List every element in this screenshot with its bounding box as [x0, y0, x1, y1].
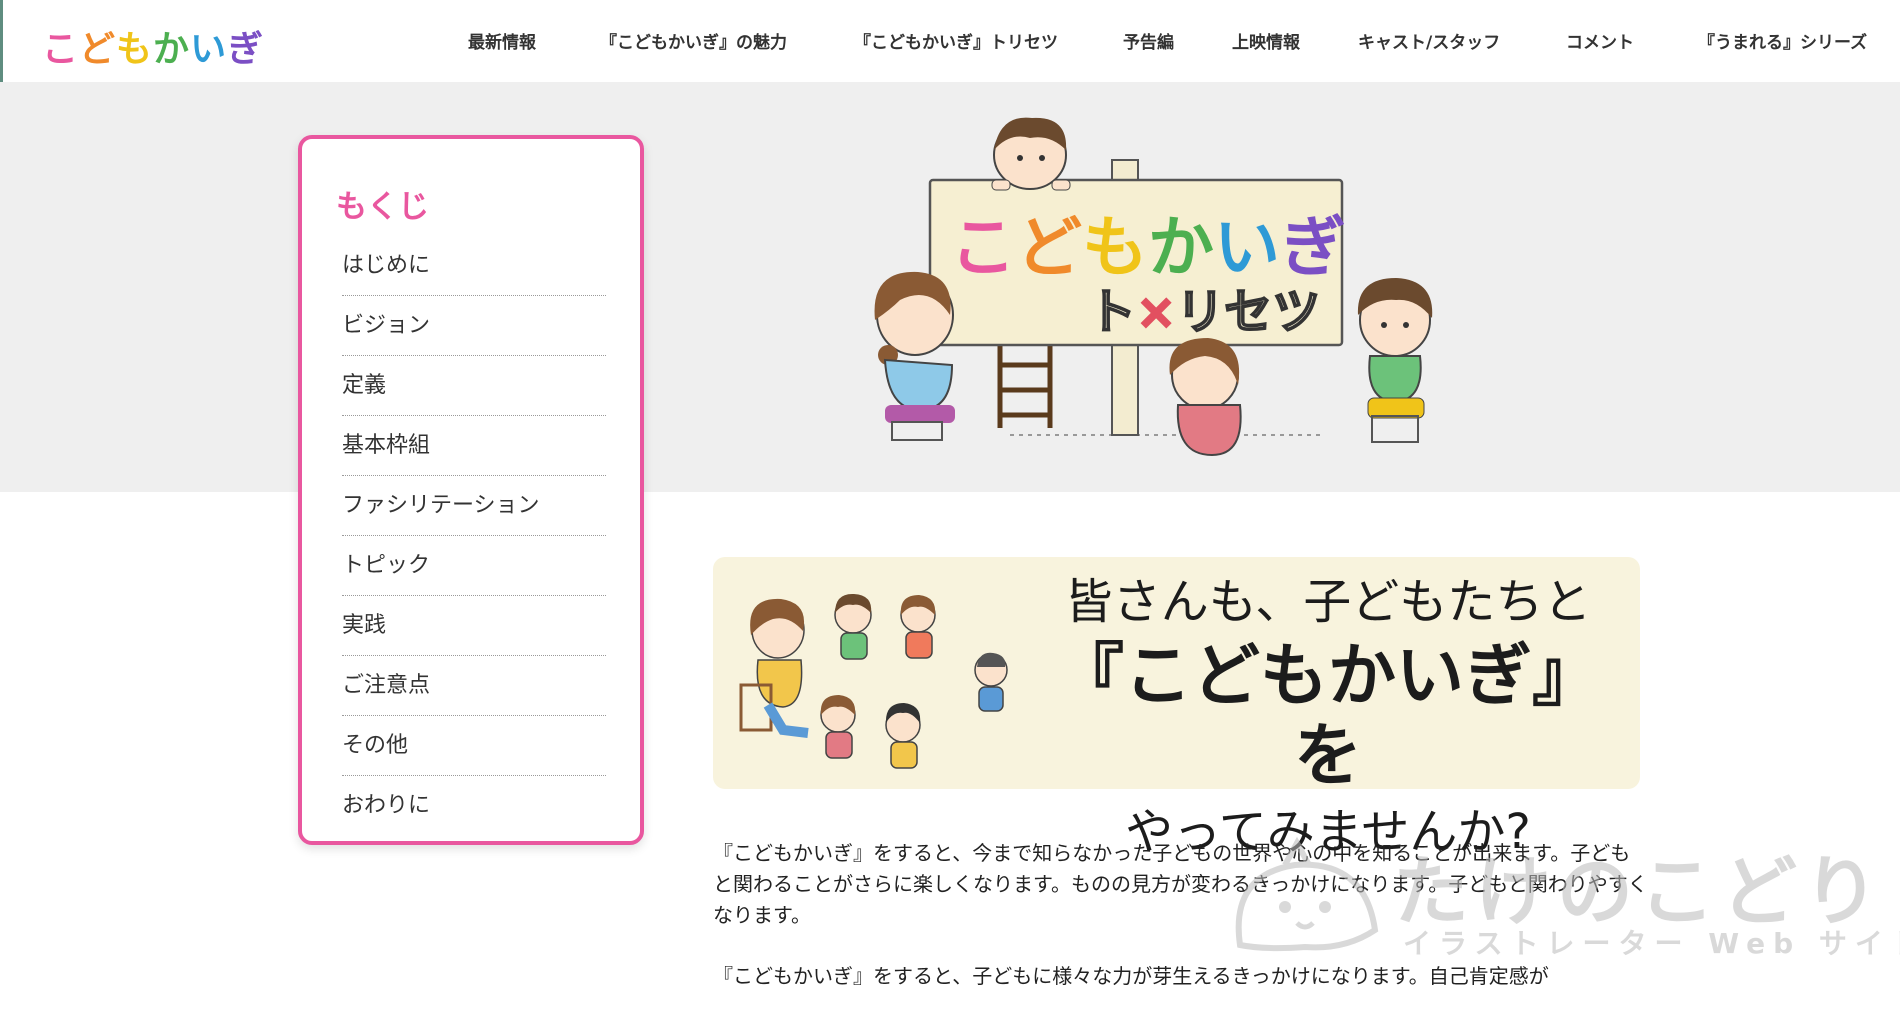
hero-illustration: こどもかいぎ ト×リセツ	[874, 117, 1433, 457]
banner-text: 皆さんも、子どもたちと 『こどもかいぎ』を やってみませんか?	[1023, 567, 1633, 867]
toc-list: はじめに ビジョン 定義 基本枠組 ファシリテーション トピック 実践 ご注意点…	[342, 237, 606, 836]
boy-right-illustration	[1357, 278, 1433, 443]
sign-char: こ	[950, 209, 1016, 286]
nav-comments[interactable]: コメント	[1566, 28, 1634, 53]
toc-item-practice[interactable]: 実践	[342, 597, 606, 656]
nav-latest-news[interactable]: 最新情報	[468, 28, 536, 53]
nav-umareru-series[interactable]: 『うまれる』シリーズ	[1698, 28, 1867, 53]
invitation-banner: 皆さんも、子どもたちと 『こどもかいぎ』を やってみませんか?	[713, 557, 1640, 860]
banner-line-2: 『こどもかいぎ』を	[1055, 637, 1600, 796]
ladder-icon	[997, 345, 1053, 428]
sign-sub-after: リセツ	[1176, 284, 1320, 340]
svg-text:こどもかいぎ: こどもかいぎ	[950, 209, 1346, 286]
body-paragraph: 『こどもかいぎ』をすると、今まで知らなかった子どもの世界や心の中を知ることが出来…	[713, 841, 1648, 927]
sign-char: ど	[1016, 209, 1082, 286]
toc-item-introduction[interactable]: はじめに	[342, 237, 606, 296]
children-circle-illustration	[739, 593, 1008, 769]
main-nav: 最新情報 『こどもかいぎ』の魅力 『こどもかいぎ』トリセツ 予告編 上映情報 キ…	[0, 28, 1900, 58]
nav-screenings[interactable]: 上映情報	[1232, 28, 1300, 53]
site-header: こどもかいぎ 最新情報 『こどもかいぎ』の魅力 『こどもかいぎ』トリセツ 予告編…	[0, 0, 1900, 190]
nav-manual[interactable]: 『こどもかいぎ』トリセツ	[854, 28, 1058, 53]
nav-appeal[interactable]: 『こどもかいぎ』の魅力	[600, 28, 787, 53]
girl-center-illustration	[1169, 338, 1242, 457]
toc-item-topics[interactable]: トピック	[342, 537, 606, 596]
sign-char: い	[1214, 209, 1280, 286]
toc-item-facilitation[interactable]: ファシリテーション	[342, 477, 606, 536]
svg-text:ト×リセツ: ト×リセツ	[1088, 284, 1320, 340]
toc-title: もくじ	[336, 189, 429, 225]
toc-item-vision[interactable]: ビジョン	[342, 297, 606, 356]
toc-item-framework[interactable]: 基本枠組	[342, 417, 606, 476]
article-body: 『こどもかいぎ』をすると、今まで知らなかった子どもの世界や心の中を知ることが出来…	[713, 838, 1648, 1022]
sign-char: も	[1082, 209, 1148, 286]
toc-item-closing[interactable]: おわりに	[342, 777, 606, 835]
body-paragraph: 『こどもかいぎ』をすると、子どもに様々な力が芽生えるきっかけになります。自己肯定…	[713, 964, 1549, 988]
toc-item-cautions[interactable]: ご注意点	[342, 657, 606, 716]
toc-item-other[interactable]: その他	[342, 717, 606, 776]
banner-line-1: 皆さんも、子どもたちと	[1064, 574, 1592, 630]
nav-trailer[interactable]: 予告編	[1123, 28, 1174, 53]
toc-item-definition[interactable]: 定義	[342, 357, 606, 416]
girl-left-illustration	[874, 271, 955, 441]
nav-cast-staff[interactable]: キャスト/スタッフ	[1358, 28, 1500, 53]
table-of-contents: もくじ はじめに ビジョン 定義 基本枠組 ファシリテーション トピック 実践 …	[298, 135, 644, 845]
sign-char: か	[1148, 209, 1214, 286]
sign-sub-before: ト	[1088, 284, 1136, 340]
sign-sub-cross: ×	[1136, 284, 1176, 340]
sign-char: ぎ	[1280, 209, 1346, 286]
